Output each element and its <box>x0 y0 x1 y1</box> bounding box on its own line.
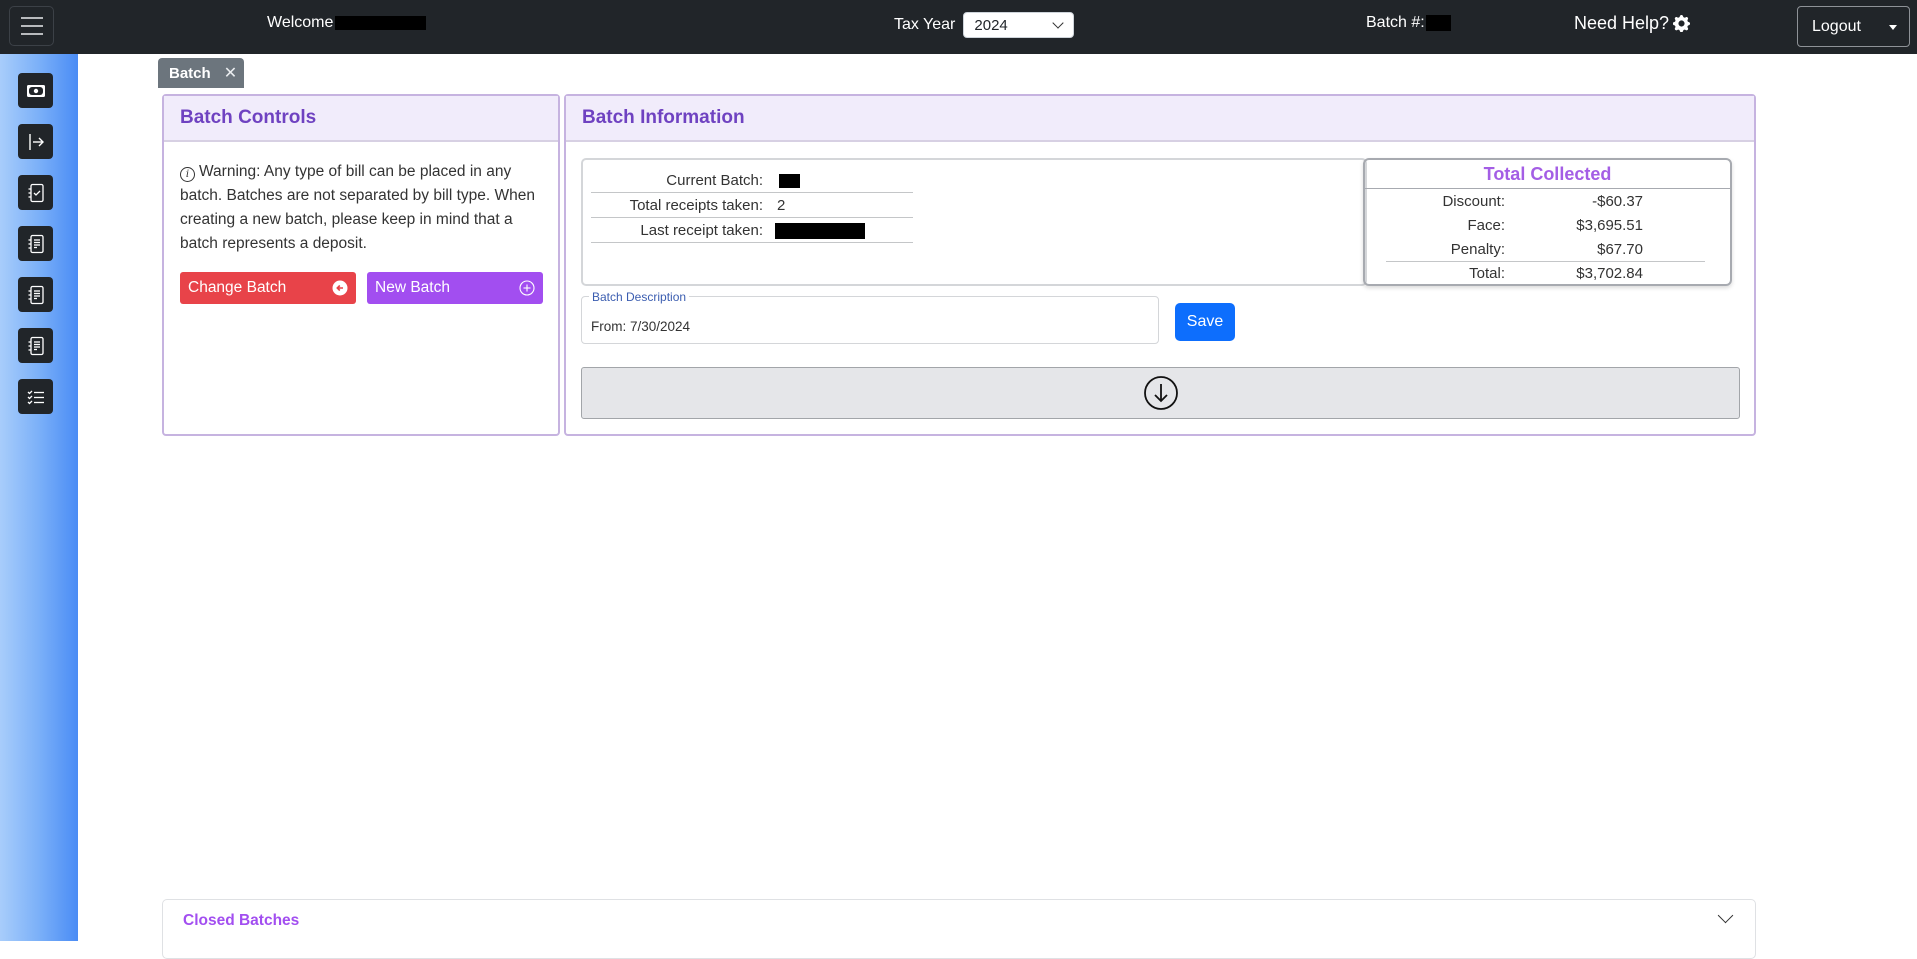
total-row-face: Face: $3,695.51 <box>1365 214 1730 238</box>
sidebar-item-journal-check[interactable] <box>18 175 53 210</box>
face-label: Face: <box>1467 217 1505 234</box>
batch-warning-text: Warning: Any type of bill can be placed … <box>180 163 535 252</box>
sidebar-item-post[interactable] <box>18 124 53 159</box>
journal-text-icon <box>28 336 44 355</box>
sidebar-item-journal-1[interactable] <box>18 226 53 261</box>
hamburger-icon <box>20 17 43 19</box>
total-receipts-label: Total receipts taken: <box>629 197 763 214</box>
arrow-left-circle-icon <box>332 280 348 296</box>
list-check-icon <box>27 390 44 404</box>
penalty-value: $67.70 <box>1597 241 1643 258</box>
total-row-total: Total: $3,702.84 <box>1365 262 1730 286</box>
logout-label: Logout <box>1812 17 1861 35</box>
batch-controls-title: Batch Controls <box>164 96 558 142</box>
info-row-current-batch: Current Batch: <box>591 168 913 193</box>
gear-icon <box>1673 15 1691 32</box>
closed-batches-accordion[interactable]: Closed Batches <box>162 899 1756 959</box>
sidebar <box>0 54 78 941</box>
batch-description-field: Batch Description <box>581 290 1159 344</box>
sidebar-item-journal-3[interactable] <box>18 328 53 363</box>
total-row-discount: Discount: -$60.37 <box>1365 190 1730 214</box>
sidebar-item-list[interactable] <box>18 379 53 414</box>
need-help-link[interactable]: Need Help? <box>1574 13 1691 34</box>
batch-number-label: Batch #: <box>1366 14 1425 31</box>
info-icon: i <box>180 167 195 182</box>
closed-batches-title: Closed Batches <box>183 912 300 929</box>
hamburger-icon-line <box>20 33 43 35</box>
change-batch-button[interactable]: Change Batch <box>180 272 356 304</box>
sidebar-item-journal-2[interactable] <box>18 277 53 312</box>
tax-year-selector: Tax Year 2024 <box>894 12 1075 38</box>
redacted-last-receipt <box>775 223 865 239</box>
discount-label: Discount: <box>1442 193 1505 210</box>
redacted-batch-number <box>1425 15 1451 31</box>
top-navbar: Welcome Tax Year 2024 Batch #: Need Help… <box>0 0 1917 54</box>
batch-description-input[interactable] <box>591 319 1141 334</box>
journal-text-icon <box>28 234 44 253</box>
last-receipt-label: Last receipt taken: <box>640 222 763 239</box>
face-value: $3,695.51 <box>1576 217 1643 234</box>
redacted-current-batch <box>779 174 800 188</box>
current-batch-label: Current Batch: <box>666 172 763 189</box>
journal-check-icon <box>28 183 44 202</box>
new-batch-label: New Batch <box>375 279 450 296</box>
need-help-label: Need Help? <box>1574 13 1670 33</box>
tax-year-label: Tax Year <box>894 16 956 33</box>
penalty-label: Penalty: <box>1450 241 1505 258</box>
total-receipts-value: 2 <box>777 197 786 214</box>
caret-down-icon <box>1889 25 1897 30</box>
cash-icon <box>26 84 45 97</box>
batch-information-panel: Batch Information Current Batch: Total r… <box>564 94 1756 436</box>
chevron-down-icon <box>1717 907 1734 924</box>
batch-controls-panel: Batch Controls i Warning: Any type of bil… <box>162 94 560 436</box>
welcome-label: Welcome <box>267 14 334 31</box>
logout-dropdown-button[interactable]: Logout <box>1797 6 1910 47</box>
tab-batch-label: Batch <box>169 64 211 82</box>
tab-batch[interactable]: Batch ✕ <box>158 58 244 88</box>
menu-toggle-button[interactable] <box>9 6 54 46</box>
expand-details-button[interactable] <box>581 367 1740 419</box>
total-label: Total: <box>1469 265 1505 282</box>
tax-year-select[interactable]: 2024 <box>963 12 1075 38</box>
change-batch-label: Change Batch <box>188 279 287 296</box>
arrow-bar-right-icon <box>28 133 44 150</box>
batch-warning: i Warning: Any type of bill can be placed… <box>180 160 548 256</box>
total-row-penalty: Penalty: $67.70 <box>1365 238 1730 262</box>
total-collected-box: Total Collected Discount: -$60.37 Face: … <box>1363 158 1732 286</box>
total-collected-title: Total Collected <box>1365 160 1730 189</box>
total-value: $3,702.84 <box>1576 265 1643 282</box>
batch-number: Batch #: <box>1366 14 1451 32</box>
save-button[interactable]: Save <box>1175 303 1235 341</box>
new-batch-button[interactable]: New Batch <box>367 272 543 304</box>
tax-year-select-wrapper: 2024 <box>955 12 1075 38</box>
batch-details-box: Current Batch: Total receipts taken: 2 L… <box>581 158 1367 286</box>
welcome-message: Welcome <box>267 14 427 32</box>
info-row-total-receipts: Total receipts taken: 2 <box>591 193 913 218</box>
discount-value: -$60.37 <box>1592 193 1643 210</box>
plus-circle-icon <box>519 280 535 296</box>
hamburger-icon-line <box>20 25 43 27</box>
batch-information-title: Batch Information <box>566 96 1754 142</box>
journal-text-icon <box>28 285 44 304</box>
batch-description-label: Batch Description <box>589 290 690 304</box>
sidebar-item-payments[interactable] <box>18 73 53 108</box>
close-tab-icon[interactable]: ✕ <box>224 63 237 83</box>
arrow-down-circle-icon <box>1143 376 1178 410</box>
info-row-last-receipt: Last receipt taken: <box>591 218 913 243</box>
redacted-username <box>335 16 427 30</box>
